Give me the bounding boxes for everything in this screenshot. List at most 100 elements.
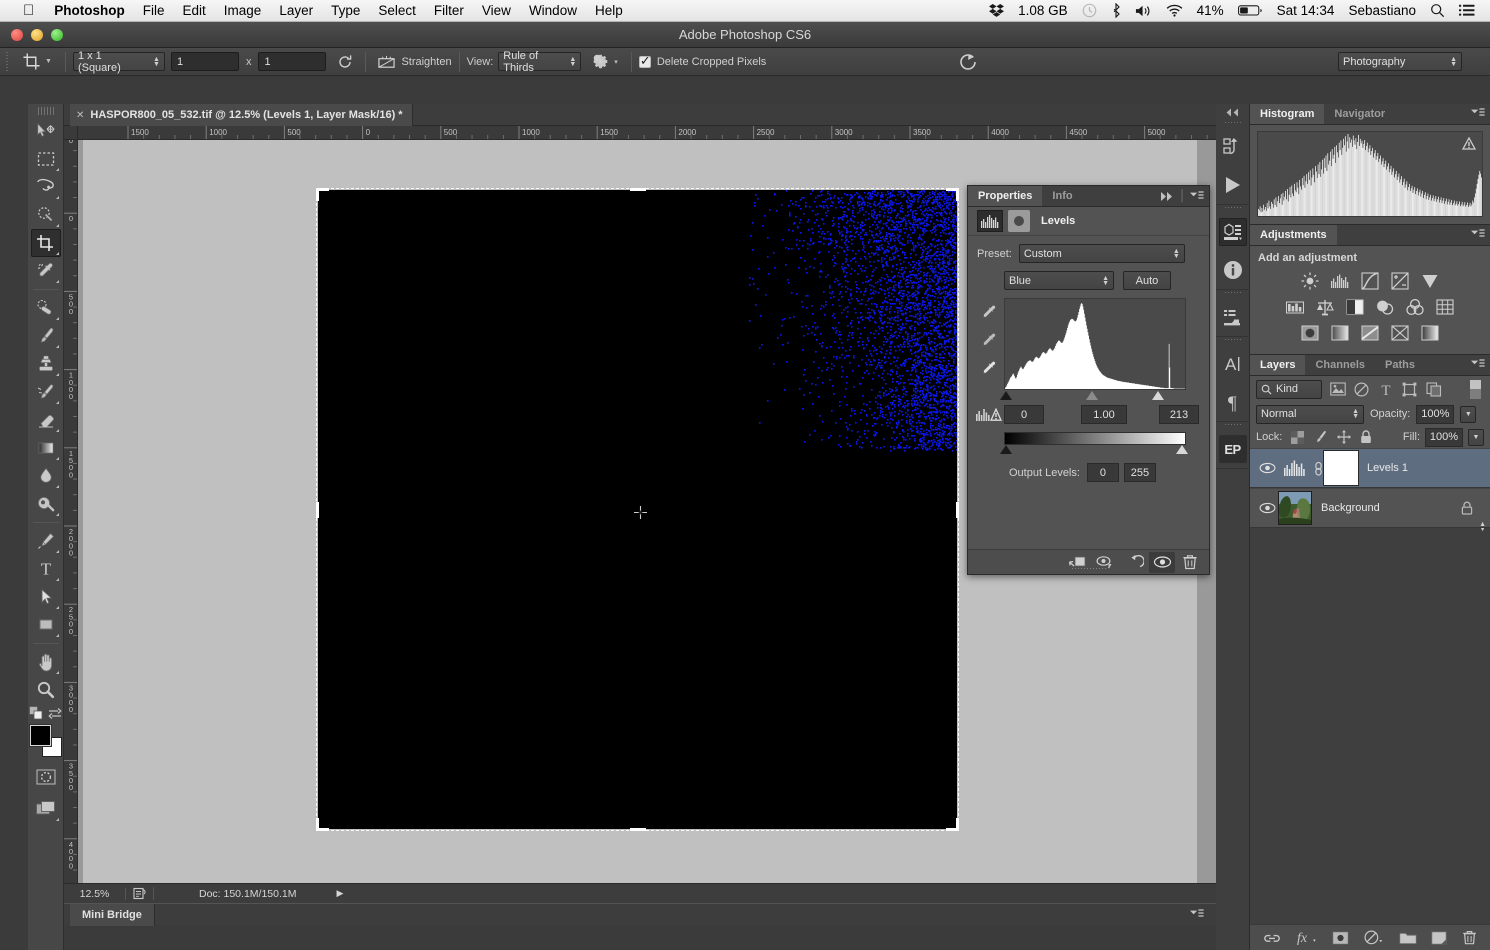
set-white-point-eyedropper-icon[interactable] (979, 360, 999, 378)
delete-cropped-pixels-checkbox[interactable] (638, 53, 651, 69)
document-thumbnail-icon[interactable] (126, 887, 154, 900)
tab-histogram[interactable]: Histogram (1250, 104, 1325, 124)
uncached-data-warning-icon[interactable] (1462, 137, 1476, 150)
vibrance-icon[interactable] (1419, 271, 1441, 291)
tab-info[interactable]: Info (1042, 186, 1082, 206)
color-lookup-icon[interactable] (1434, 297, 1456, 317)
clone-stamp-tool[interactable] (31, 350, 61, 378)
swap-colors-icon[interactable] (48, 707, 62, 720)
menu-item-image[interactable]: Image (215, 0, 271, 22)
link-layers-icon[interactable] (1263, 931, 1281, 945)
crop-width-input[interactable]: 1 (170, 52, 239, 71)
set-black-point-eyedropper-icon[interactable] (979, 304, 999, 322)
new-fill-adjustment-layer-icon[interactable] (1364, 930, 1384, 945)
menubar-username[interactable]: Sebastiano (1341, 0, 1423, 22)
menu-item-view[interactable]: View (473, 0, 520, 22)
tab-adjustments[interactable]: Adjustments (1250, 225, 1337, 245)
panel-resize-handle[interactable] (1071, 568, 1106, 572)
input-levels-slider[interactable] (1000, 390, 1186, 402)
layer-visibility-eye-icon[interactable] (1256, 462, 1278, 474)
panel-menu-icon[interactable] (1471, 229, 1485, 240)
quick-selection-tool[interactable] (31, 201, 61, 229)
menu-item-select[interactable]: Select (369, 0, 425, 22)
vertical-ruler[interactable]: 0050010001500200025003000350040004500500… (64, 140, 78, 883)
document-tab[interactable]: ✕ HASPOR800_05_532.tif @ 12.5% (Levels 1… (70, 104, 413, 126)
delete-layer-icon[interactable] (1462, 930, 1477, 945)
pen-tool[interactable] (31, 527, 61, 555)
input-gamma-slider-handle[interactable] (1086, 391, 1098, 400)
crop-tool-icon[interactable] (18, 50, 44, 74)
lock-all-icon[interactable] (1360, 430, 1372, 444)
preset-select[interactable]: Custom ▲ ▼ (1018, 244, 1185, 263)
input-highlight-value[interactable]: 213 (1159, 405, 1199, 424)
toolbar-gripper[interactable] (37, 107, 54, 115)
photo-filter-icon[interactable] (1374, 297, 1396, 317)
black-white-icon[interactable] (1344, 297, 1366, 317)
history-brush-tool[interactable] (31, 378, 61, 406)
tool-preset-chevron-down-icon[interactable]: ▼ (45, 58, 52, 65)
zoom-level-field[interactable]: 12.5% (64, 887, 126, 900)
straighten-icon[interactable] (373, 50, 399, 74)
auto-button[interactable]: Auto (1123, 271, 1171, 290)
selective-color-icon[interactable] (1389, 323, 1411, 343)
levels-adjustment-thumbnail[interactable] (1278, 451, 1312, 485)
fill-slider-chevron-down-icon[interactable]: ▼ (1468, 428, 1484, 446)
horizontal-ruler[interactable]: 1500 1000 500 0 500 1000 1500 2000 2500 3000 3500 4… (64, 126, 1216, 140)
dodge-tool[interactable] (31, 490, 61, 518)
curves-icon[interactable] (1359, 271, 1381, 291)
image-histogram[interactable] (1257, 131, 1483, 217)
menu-item-edit[interactable]: Edit (174, 0, 215, 22)
volume-icon[interactable] (1128, 4, 1159, 18)
apple-menu-icon[interactable]:  (10, 0, 45, 22)
table-row[interactable]: Levels 1 (1250, 448, 1490, 488)
tool-presets-panel-icon[interactable] (1216, 298, 1250, 336)
actions-panel-icon[interactable] (1216, 166, 1250, 204)
blur-tool[interactable] (31, 462, 61, 490)
fill-value[interactable]: 100% (1425, 427, 1463, 447)
character-panel-icon[interactable]: A (1216, 345, 1250, 383)
history-panel-icon[interactable] (1216, 128, 1250, 166)
filter-type-icon[interactable]: T (1377, 380, 1394, 398)
options-bar-gripper[interactable] (4, 51, 14, 72)
rectangular-marquee-tool[interactable] (31, 145, 61, 173)
mini-bridge-tab[interactable]: Mini Bridge (70, 904, 155, 926)
channel-select[interactable]: Blue ▲ ▼ (1004, 271, 1114, 290)
screen-mode-icon[interactable] (31, 795, 61, 823)
spot-healing-brush-tool[interactable] (31, 294, 61, 322)
rail-gripper[interactable] (1216, 205, 1250, 213)
layer-name[interactable]: Levels 1 (1367, 462, 1408, 474)
filter-enable-toggle-icon[interactable] (1467, 379, 1484, 399)
rail-gripper[interactable] (1216, 290, 1250, 298)
menu-item-type[interactable]: Type (322, 0, 369, 22)
mask-link-icon[interactable] (1312, 461, 1324, 476)
photo-thumbnail[interactable] (1278, 491, 1312, 525)
bluetooth-icon[interactable] (1104, 3, 1128, 18)
output-levels-slider[interactable] (1000, 445, 1209, 457)
hue-saturation-icon[interactable] (1284, 297, 1306, 317)
expand-panels-icon[interactable] (1161, 191, 1175, 202)
brightness-contrast-icon[interactable] (1299, 271, 1321, 291)
brush-tool[interactable] (31, 322, 61, 350)
menu-item-window[interactable]: Window (520, 0, 586, 22)
blend-mode-select[interactable]: Normal ▲ ▼ (1256, 404, 1364, 424)
opacity-slider-chevron-down-icon[interactable]: ▼ (1460, 405, 1477, 423)
panel-menu-icon[interactable] (1190, 909, 1204, 920)
tab-channels[interactable]: Channels (1305, 355, 1375, 375)
crop-options-gear-icon[interactable] (587, 50, 613, 74)
gear-chevron-down-icon[interactable]: ▾ (614, 58, 618, 66)
input-gamma-value[interactable]: 1.00 (1081, 405, 1127, 424)
menu-item-file[interactable]: File (134, 0, 174, 22)
dropbox-icon[interactable] (982, 3, 1011, 18)
output-white-value[interactable]: 255 (1123, 463, 1156, 482)
tab-properties[interactable]: Properties (968, 186, 1043, 206)
panel-menu-icon[interactable] (1471, 359, 1485, 370)
add-layer-style-icon[interactable]: fx (1296, 930, 1318, 945)
time-machine-icon[interactable] (1075, 3, 1104, 18)
lasso-tool[interactable] (31, 173, 61, 201)
foreground-color-swatch[interactable] (29, 725, 51, 746)
set-gray-point-eyedropper-icon[interactable] (979, 332, 999, 350)
threshold-icon[interactable] (1359, 323, 1381, 343)
menu-item-photoshop[interactable]: Photoshop (45, 0, 134, 22)
properties-panel[interactable]: Properties Info │ Levels Preset: Custom … (967, 185, 1210, 575)
new-layer-icon[interactable] (1431, 930, 1447, 945)
